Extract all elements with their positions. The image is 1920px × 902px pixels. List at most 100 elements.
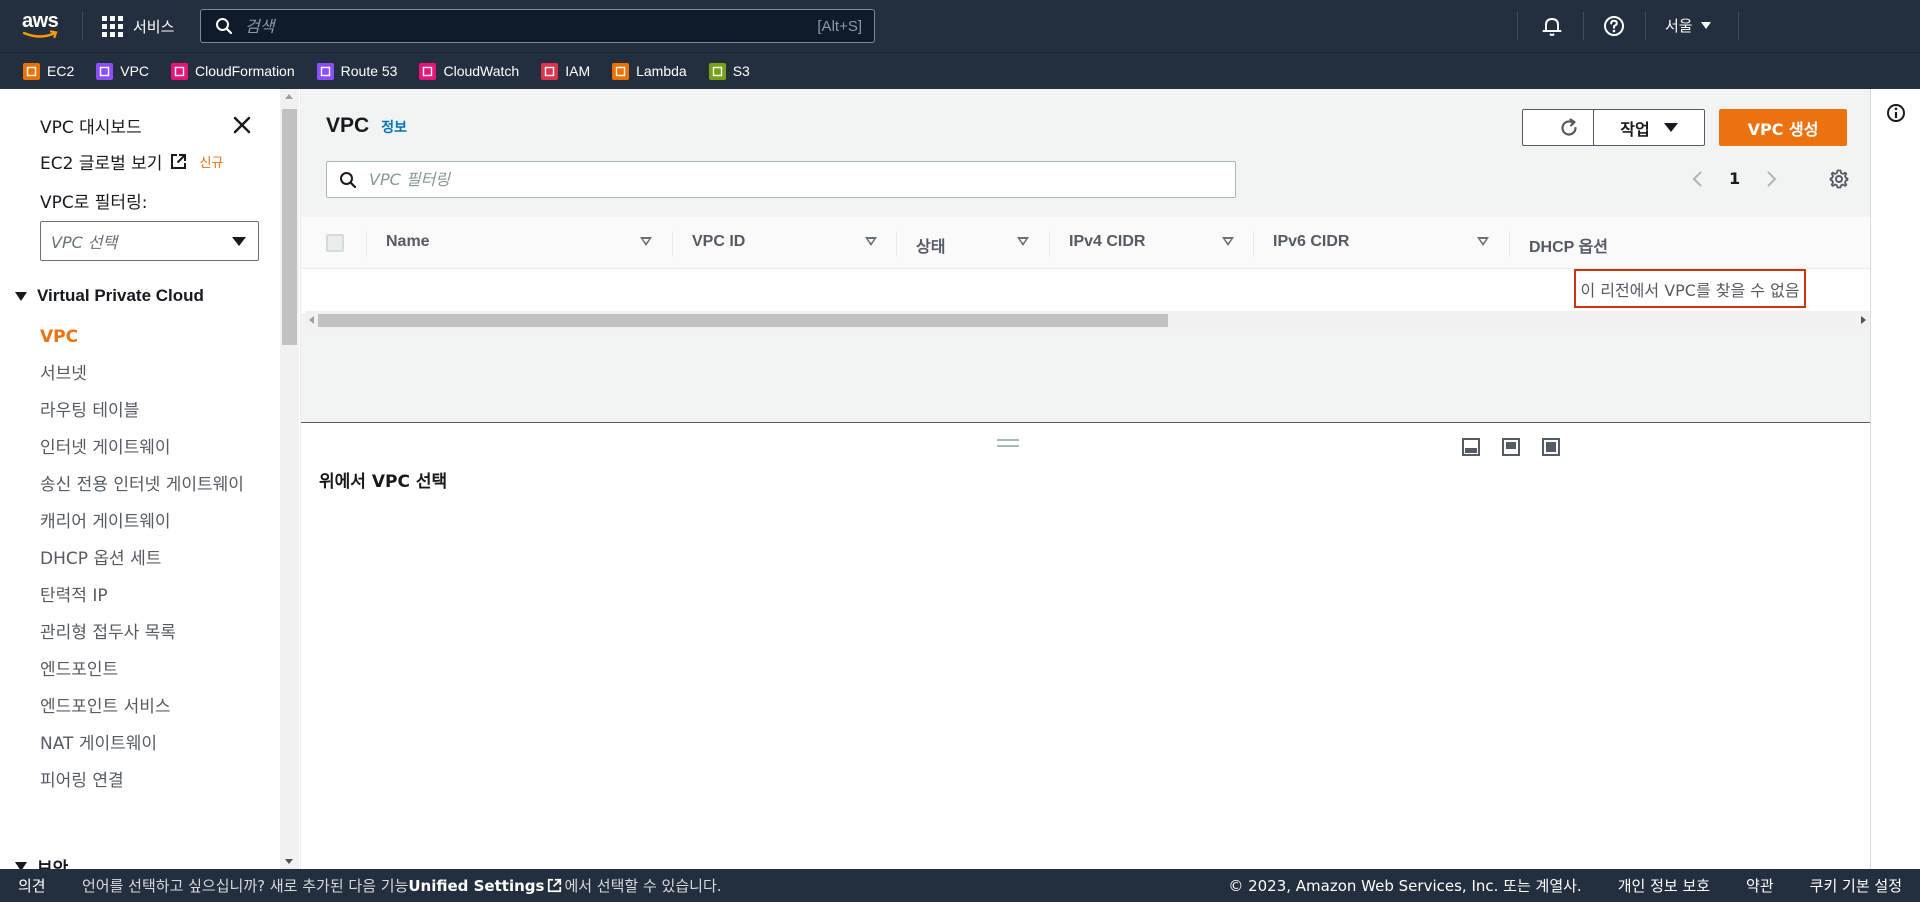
services-label: 서비스	[133, 17, 175, 36]
scroll-left-icon[interactable]	[309, 316, 314, 324]
split-bottom-button[interactable]	[1461, 437, 1481, 461]
global-search-input[interactable]	[245, 16, 818, 36]
favorite-label: S3	[732, 63, 750, 79]
aws-logo[interactable]: aws	[22, 11, 62, 41]
favorite-lambda[interactable]: Lambda	[612, 62, 687, 80]
sidebar-item-prefix-lists[interactable]: 관리형 접두사 목록	[40, 620, 270, 647]
section-security[interactable]: 보안	[15, 854, 68, 869]
aws-logo-text: aws	[22, 10, 59, 32]
resize-handle[interactable]	[997, 439, 1019, 447]
favorite-cloudformation[interactable]: CloudFormation	[171, 62, 295, 80]
favorite-label: CloudFormation	[195, 63, 295, 79]
message-prefix: 언어를 선택하고 싶으십니까? 새로 추가된 다음 기능	[82, 877, 409, 895]
close-sidebar-button[interactable]	[233, 116, 251, 138]
sort-icon[interactable]	[1222, 237, 1234, 246]
region-selector[interactable]: 서울	[1665, 15, 1711, 36]
sidebar-global-view-link[interactable]: EC2 글로벌 보기 신규	[40, 149, 223, 174]
split-full-button[interactable]	[1541, 437, 1561, 461]
details-prompt: 위에서 VPC 선택	[319, 472, 448, 492]
column-header-name[interactable]: Name	[386, 233, 430, 251]
sidebar-scrollbar[interactable]	[280, 89, 299, 869]
column-header-vpc-id[interactable]: VPC ID	[692, 233, 745, 251]
table-horizontal-scrollbar[interactable]	[306, 311, 1871, 329]
table-settings-button[interactable]	[1829, 169, 1849, 193]
help-button[interactable]	[1602, 12, 1626, 40]
sidebar-item-peering[interactable]: 피어링 연결	[40, 768, 270, 795]
scrollbar-thumb[interactable]	[318, 314, 1168, 327]
sort-icon[interactable]	[865, 237, 877, 246]
vpc-filter-input[interactable]	[369, 170, 1209, 189]
info-panel-button[interactable]	[1886, 103, 1906, 127]
notifications-button[interactable]	[1540, 12, 1564, 40]
scroll-up-icon[interactable]	[285, 94, 293, 99]
nav-divider	[1738, 12, 1739, 40]
column-header-dhcp-options[interactable]: DHCP 옵션	[1529, 233, 1608, 257]
help-icon	[1604, 16, 1624, 36]
language-message: 언어를 선택하고 싶으십니까? 새로 추가된 다음 기능 Unified Set…	[82, 875, 722, 896]
unified-settings-link[interactable]: Unified Settings	[408, 877, 544, 895]
sidebar-item-endpoint-services[interactable]: 엔드포인트 서비스	[40, 694, 270, 721]
chevron-left-icon[interactable]	[1691, 170, 1703, 188]
column-header-ipv4-cidr[interactable]: IPv4 CIDR	[1069, 233, 1145, 251]
sidebar-item-endpoints[interactable]: 엔드포인트	[40, 657, 270, 684]
sidebar-item-internet-gateways[interactable]: 인터넷 게이트웨이	[40, 435, 270, 462]
sidebar-item-elastic-ips[interactable]: 탄력적 IP	[40, 583, 270, 610]
scrollbar-thumb[interactable]	[282, 109, 297, 345]
favorite-label: EC2	[47, 63, 75, 79]
sidebar: VPC 대시보드 EC2 글로벌 보기 신규 VPC로 필터링: VPC 선택 …	[0, 89, 280, 869]
lambda-service-icon	[612, 62, 630, 80]
sort-icon[interactable]	[1017, 237, 1029, 246]
gear-icon	[1829, 169, 1849, 189]
favorite-cloudwatch[interactable]: CloudWatch	[419, 62, 519, 80]
nav-divider	[1583, 12, 1584, 40]
top-navigation: aws 서비스 [Alt+S]	[0, 0, 1920, 52]
column-divider	[366, 231, 367, 257]
scroll-right-icon[interactable]	[1861, 316, 1866, 324]
sidebar-dashboard-link[interactable]: VPC 대시보드	[40, 113, 142, 138]
favorite-iam[interactable]: IAM	[541, 62, 590, 80]
s3-service-icon	[708, 62, 726, 80]
sort-icon[interactable]	[640, 237, 652, 246]
info-link[interactable]: 정보	[381, 117, 407, 137]
vpc-filter-box[interactable]	[326, 161, 1236, 198]
footer-links: © 2023, Amazon Web Services, Inc. 또는 계열사…	[1228, 875, 1902, 896]
create-vpc-button[interactable]: VPC 생성	[1719, 109, 1847, 146]
column-header-state[interactable]: 상태	[916, 233, 945, 257]
sidebar-item-subnets[interactable]: 서브넷	[40, 361, 270, 388]
split-side-button[interactable]	[1501, 437, 1521, 461]
external-link-icon	[171, 154, 187, 169]
global-search[interactable]: [Alt+S]	[200, 9, 875, 43]
feedback-link[interactable]: 의견	[18, 875, 46, 896]
actions-label: 작업	[1620, 119, 1650, 139]
select-all-checkbox[interactable]	[326, 234, 344, 252]
vpc-filter-select[interactable]: VPC 선택	[40, 221, 259, 261]
copyright-text: © 2023, Amazon Web Services, Inc. 또는 계열사…	[1228, 877, 1582, 895]
message-suffix: 에서 선택할 수 있습니다.	[564, 877, 722, 895]
privacy-link[interactable]: 개인 정보 보호	[1618, 875, 1710, 896]
favorite-s3[interactable]: S3	[708, 62, 750, 80]
column-header-ipv6-cidr[interactable]: IPv6 CIDR	[1273, 233, 1349, 251]
sidebar-item-nat-gateways[interactable]: NAT 게이트웨이	[40, 731, 270, 758]
services-menu-button[interactable]: 서비스	[102, 14, 174, 38]
cookie-preferences-link[interactable]: 쿠키 기본 설정	[1810, 875, 1902, 896]
section-virtual-private-cloud[interactable]: Virtual Private Cloud	[15, 286, 204, 306]
sidebar-item-egress-only-igw[interactable]: 송신 전용 인터넷 게이트웨이	[40, 472, 270, 499]
sidebar-item-dhcp-options[interactable]: DHCP 옵션 세트	[40, 546, 270, 573]
column-divider	[672, 231, 673, 257]
column-divider	[1509, 231, 1510, 257]
search-icon	[216, 18, 233, 35]
sidebar-item-vpc[interactable]: VPC	[40, 324, 270, 351]
chevron-right-icon[interactable]	[1766, 170, 1778, 188]
terms-link[interactable]: 약관	[1746, 875, 1774, 896]
page-number[interactable]: 1	[1729, 169, 1740, 188]
favorite-ec2[interactable]: EC2	[23, 62, 75, 80]
sidebar-item-route-tables[interactable]: 라우팅 테이블	[40, 398, 270, 425]
cloudwatch-service-icon	[419, 62, 437, 80]
actions-dropdown-button[interactable]: 작업	[1593, 109, 1705, 146]
favorite-route-53[interactable]: Route 53	[316, 62, 397, 80]
sort-icon[interactable]	[1477, 237, 1489, 246]
sidebar-item-carrier-gateways[interactable]: 캐리어 게이트웨이	[40, 509, 270, 536]
favorite-vpc[interactable]: VPC	[96, 62, 149, 80]
scroll-down-icon[interactable]	[285, 859, 293, 864]
table-header: Name VPC ID 상태 IPv4 CIDR IPv6 CIDR DHCP …	[301, 217, 1871, 269]
